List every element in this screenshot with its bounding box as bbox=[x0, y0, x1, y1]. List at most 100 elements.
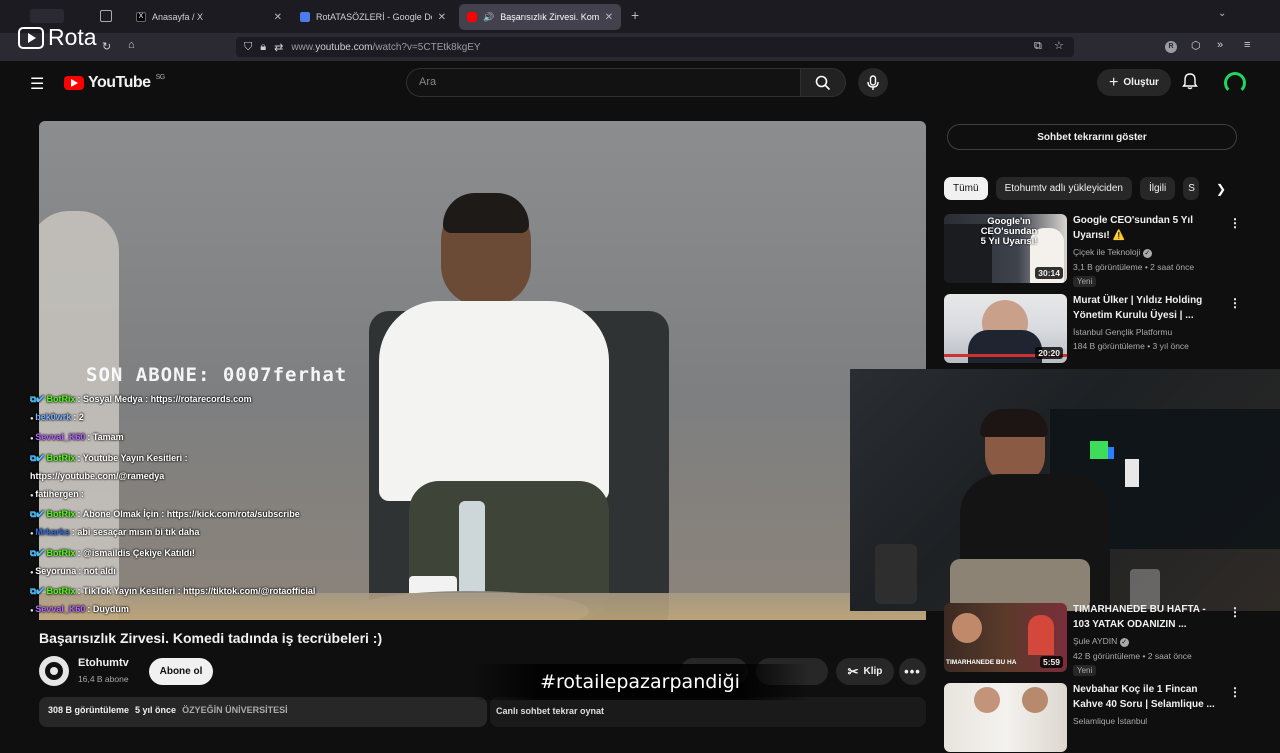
overflow-chevrons-icon[interactable]: » bbox=[1217, 39, 1223, 51]
thumb-person-shape bbox=[952, 613, 982, 643]
tab-x[interactable]: X Anasayfa / X ✕ bbox=[128, 4, 290, 30]
chat-username: BotRix bbox=[46, 452, 76, 463]
more-actions-icon[interactable]: ⋮ bbox=[1229, 605, 1241, 619]
video-title[interactable]: TIMARHANEDE BU HAFTA - 103 YATAK ODANIZI… bbox=[1073, 603, 1223, 632]
video-meta: 3,1 B görüntüleme • 2 saat önce bbox=[1073, 262, 1195, 272]
permissions-icon[interactable]: ⇄ bbox=[274, 41, 283, 54]
lock-icon[interactable]: 🔒︎ bbox=[260, 41, 266, 54]
more-actions-icon[interactable]: ⋮ bbox=[1229, 216, 1241, 230]
view-count: 308 B görüntüleme bbox=[48, 705, 130, 715]
tab-overview-icon[interactable] bbox=[100, 10, 112, 22]
description-box[interactable]: 308 B görüntüleme 5 yıl önce ÖZYEĞİN ÜNİ… bbox=[39, 697, 487, 727]
rota-brand-text: Rota bbox=[48, 24, 97, 50]
region-code: SG bbox=[155, 73, 166, 81]
verified-check-icon: ✓ bbox=[1142, 249, 1152, 258]
chat-message: ⧉✔ BotRix: Sosyal Medya : https://rotare… bbox=[30, 390, 330, 408]
speaker-icon[interactable]: 🔊 bbox=[483, 12, 494, 23]
address-bar[interactable]: ⛉ 🔒︎ ⇄ www.youtube.com/watch?v=5CTEtk8kg… bbox=[236, 37, 1074, 57]
create-button[interactable]: + Oluştur bbox=[1097, 69, 1171, 96]
browser-tab-strip: X Anasayfa / X ✕ RotATASÖZLERİ - Google … bbox=[0, 0, 1280, 33]
channel-name[interactable]: Çiçek ile Teknoloji ✓ bbox=[1073, 247, 1152, 258]
chat-message: ⧉✔ BotRix: @ismaildis Çekiye Katıldı! bbox=[30, 544, 330, 562]
sign-light-white bbox=[1125, 459, 1139, 487]
recommendation-item[interactable]: 20:20 Murat Ülker | Yıldız Holding Yönet… bbox=[944, 294, 1254, 364]
search-input[interactable]: Ara bbox=[406, 68, 800, 97]
close-tab-icon[interactable]: ✕ bbox=[274, 12, 282, 23]
video-title[interactable]: Nevbahar Koç ile 1 Fincan Kahve 40 Soru … bbox=[1073, 683, 1223, 712]
chip-related[interactable]: İlgili bbox=[1139, 177, 1176, 200]
thumb-text: Google'ın CEO'sundan 5 Yıl Uyarısı! bbox=[980, 216, 1038, 247]
home-icon[interactable]: ⌂ bbox=[128, 39, 135, 51]
live-chat-replay-bar[interactable]: Canlı sohbet tekrar oynat bbox=[490, 697, 926, 727]
chat-text: : abi sesaçar mısın bi tık daha bbox=[71, 527, 200, 538]
sidebar-toggle-icon[interactable] bbox=[30, 9, 64, 23]
tab-list-chevron-icon[interactable]: ⌄ bbox=[1218, 8, 1226, 19]
video-title[interactable]: Google CEO'sundan 5 Yıl Uyarısı! ⚠️ bbox=[1073, 214, 1223, 243]
video-thumbnail[interactable]: Google'ın CEO'sundan 5 Yıl Uyarısı! 30:1… bbox=[944, 214, 1067, 283]
bookmark-star-icon[interactable]: ☆ bbox=[1054, 39, 1064, 52]
channel-name[interactable]: İstanbul Gençlik Platformu bbox=[1073, 327, 1172, 337]
more-actions-icon[interactable]: ⋮ bbox=[1229, 685, 1241, 699]
video-thumbnail[interactable] bbox=[944, 683, 1067, 752]
bot-badge-icon: ⧉✔ bbox=[30, 586, 47, 597]
extension-r-icon[interactable]: R bbox=[1165, 41, 1177, 53]
tab-google-docs[interactable]: RotATASÖZLERİ - Google Doküm ✕ bbox=[292, 4, 454, 30]
chip-truncated[interactable]: S bbox=[1183, 177, 1200, 200]
recommendation-item[interactable]: TIMARHANEDE BU HA 5:59 TIMARHANEDE BU HA… bbox=[944, 603, 1254, 676]
channel-name[interactable]: Selamlique İstanbul bbox=[1073, 716, 1147, 726]
chat-message: ● Sevval_K60: Tamam bbox=[30, 428, 330, 448]
bot-badge-icon: ⧉✔ bbox=[30, 547, 47, 558]
new-tab-button[interactable]: + bbox=[631, 7, 639, 23]
notifications-button[interactable] bbox=[1182, 72, 1198, 95]
reload-icon[interactable]: ↻ bbox=[102, 40, 111, 53]
chips-next-chevron-icon[interactable]: ❯ bbox=[1216, 182, 1226, 196]
last-subscriber-overlay: SON ABONE: 0007ferhat bbox=[86, 364, 348, 386]
channel-avatar[interactable] bbox=[39, 656, 69, 686]
x-favicon-icon: X bbox=[136, 12, 146, 22]
clip-button[interactable]: ✂ Klip bbox=[836, 658, 894, 685]
more-actions-icon[interactable]: ⋮ bbox=[1229, 296, 1241, 310]
voice-search-button[interactable] bbox=[858, 68, 888, 97]
recommendation-item[interactable]: Nevbahar Koç ile 1 Fincan Kahve 40 Soru … bbox=[944, 683, 1254, 753]
tab-title: RotATASÖZLERİ - Google Doküm bbox=[316, 12, 432, 22]
subscribe-button[interactable]: Abone ol bbox=[149, 658, 213, 685]
chat-message: https://youtube.com/@ramedya bbox=[30, 467, 330, 485]
upload-age: 5 yıl önce bbox=[135, 705, 177, 715]
chat-username: Seyoruna bbox=[35, 565, 77, 576]
microphone-icon bbox=[867, 74, 879, 90]
rota-brand-logo: Rota bbox=[18, 24, 97, 51]
youtube-logo[interactable]: YouTube SG bbox=[64, 74, 165, 92]
shield-icon[interactable]: ⛉ bbox=[244, 41, 252, 54]
video-thumbnail[interactable]: TIMARHANEDE BU HA 5:59 bbox=[944, 603, 1067, 672]
close-tab-icon[interactable]: ✕ bbox=[438, 12, 446, 23]
show-chat-replay-button[interactable]: Sohbet tekrarını göster bbox=[947, 124, 1237, 150]
new-badge: Yeni bbox=[1073, 665, 1097, 676]
more-actions-button[interactable]: ••• bbox=[899, 658, 926, 685]
chat-text: : Sosyal Medya : https://rotarecords.com bbox=[77, 394, 252, 404]
tab-youtube-active[interactable]: 🔊 Başarısızlık Zirvesi. Komedi ✕ bbox=[459, 4, 621, 30]
streamer-webcam-overlay bbox=[850, 369, 1280, 611]
search-button[interactable] bbox=[800, 68, 846, 97]
description-tag[interactable]: ÖZYEĞİN ÜNİVERSİTESİ bbox=[182, 705, 288, 719]
chat-message: ● Sevval_K60: Duydum bbox=[30, 600, 330, 620]
thumb-person-shape bbox=[968, 330, 1042, 363]
tab-title: Anasayfa / X bbox=[152, 12, 204, 22]
picture-in-picture-icon[interactable]: ⧉ bbox=[1034, 40, 1042, 53]
rota-play-icon bbox=[18, 26, 44, 49]
channel-name-link[interactable]: Etohumtv bbox=[78, 657, 129, 669]
account-avatar[interactable] bbox=[1224, 72, 1246, 94]
channel-name[interactable]: Şule AYDIN ✓ bbox=[1073, 636, 1129, 647]
stream-chat-overlay: ⧉✔ BotRix : Sosyal Medya : https://rotare… bbox=[30, 390, 330, 620]
video-thumbnail[interactable]: 20:20 bbox=[944, 294, 1067, 363]
guide-menu-icon[interactable]: ☰ bbox=[30, 74, 44, 94]
video-title[interactable]: Murat Ülker | Yıldız Holding Yönetim Kur… bbox=[1073, 294, 1223, 323]
extensions-puzzle-icon[interactable]: ⬡ bbox=[1191, 39, 1201, 52]
clip-label: Klip bbox=[863, 666, 883, 677]
chat-message: ● bek0wrk: 2 bbox=[30, 408, 330, 428]
recommendation-item[interactable]: Google'ın CEO'sundan 5 Yıl Uyarısı! 30:1… bbox=[944, 214, 1254, 287]
close-tab-icon[interactable]: ✕ bbox=[605, 12, 613, 23]
hamburger-menu-icon[interactable]: ≡ bbox=[1244, 39, 1250, 51]
chat-text: : not aldı bbox=[78, 565, 116, 576]
chip-all[interactable]: Tümü bbox=[944, 177, 988, 200]
chip-from-uploader[interactable]: Etohumtv adlı yükleyiciden bbox=[995, 177, 1132, 200]
